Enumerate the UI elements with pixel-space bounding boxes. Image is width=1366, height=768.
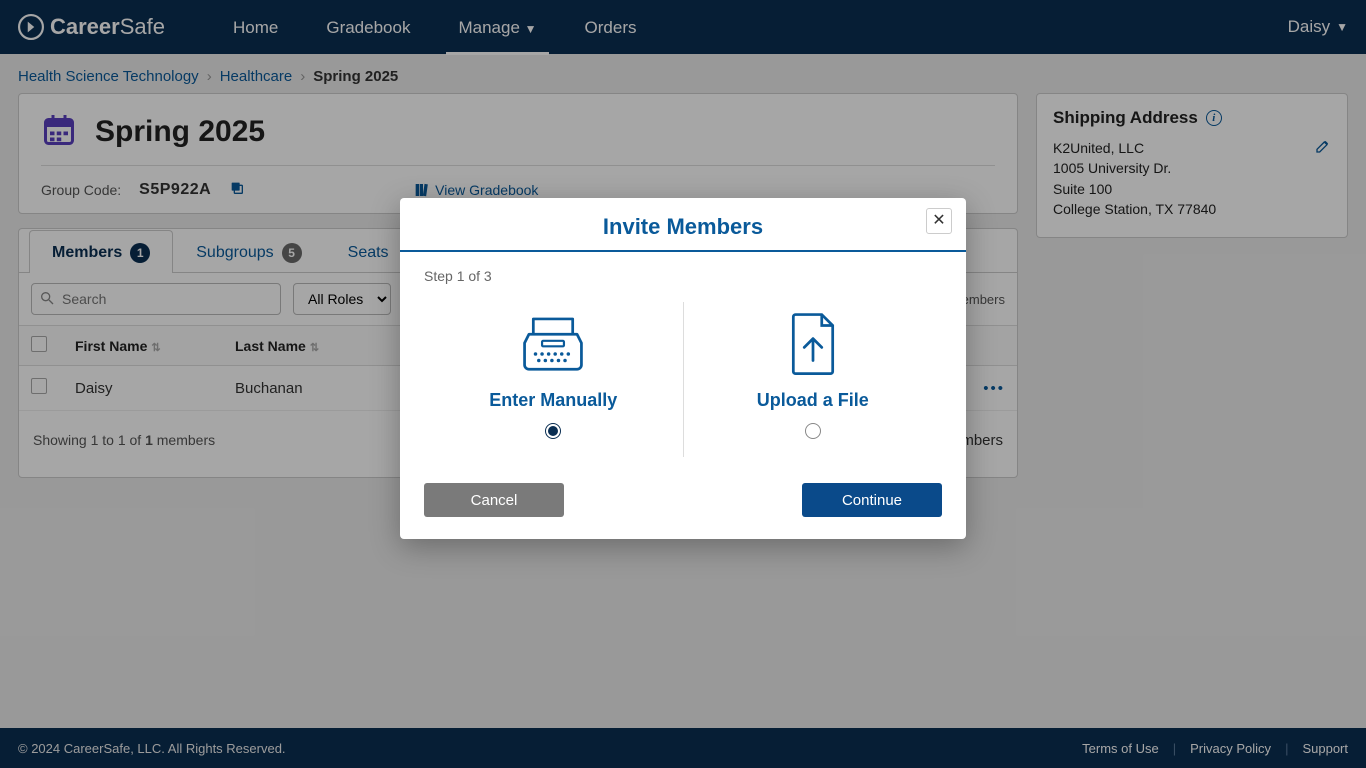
modal-overlay[interactable]: Invite Members ✕ Step 1 of 3 Enter Manua… xyxy=(0,0,1366,768)
option-enter-manually[interactable]: Enter Manually xyxy=(424,302,684,457)
close-button[interactable]: ✕ xyxy=(926,208,952,234)
radio-manual[interactable] xyxy=(545,423,561,439)
modal-title: Invite Members xyxy=(412,214,954,240)
continue-button[interactable]: Continue xyxy=(802,483,942,517)
radio-upload[interactable] xyxy=(805,423,821,439)
typewriter-icon xyxy=(518,308,588,378)
option-upload-file[interactable]: Upload a File xyxy=(684,302,943,457)
option-label: Enter Manually xyxy=(489,390,617,411)
file-upload-icon xyxy=(778,308,848,378)
modal-step: Step 1 of 3 xyxy=(424,268,942,284)
cancel-button[interactable]: Cancel xyxy=(424,483,564,517)
invite-members-modal: Invite Members ✕ Step 1 of 3 Enter Manua… xyxy=(400,198,966,539)
option-label: Upload a File xyxy=(757,390,869,411)
